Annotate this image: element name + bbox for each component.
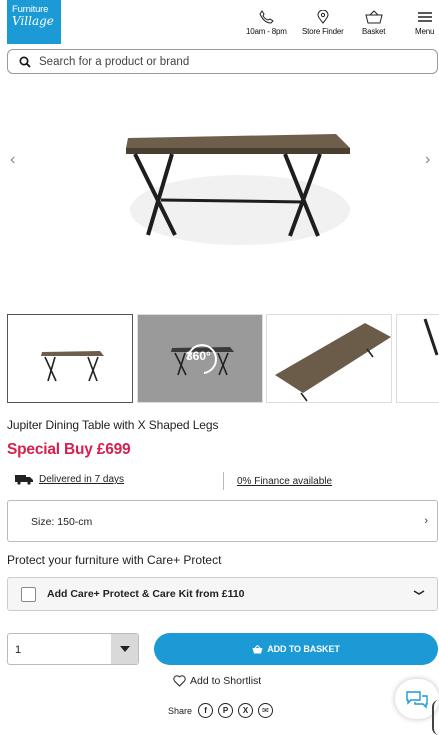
thumbnail-table-top-image [275, 323, 391, 402]
finance-link[interactable]: 0% Finance available [237, 476, 332, 487]
add-to-basket-label: ADD TO BASKET [267, 644, 340, 654]
thumbnail-leg-detail-image [423, 318, 439, 356]
search-bar[interactable] [7, 49, 438, 74]
shortlist-label: Add to Shortlist [190, 675, 262, 687]
basket-icon [252, 644, 263, 653]
scroll-edge-handle [432, 700, 439, 735]
size-selector[interactable]: Size: 150-cm › [7, 500, 438, 542]
thumbnail-3[interactable] [266, 314, 392, 403]
thumbnail-1[interactable] [7, 314, 133, 403]
chevron-down-icon[interactable] [413, 586, 425, 598]
rotate-360-icon: 360° [186, 349, 211, 363]
logo-line2: Village [12, 14, 54, 28]
facebook-icon[interactable]: f [198, 703, 214, 718]
delivery-link[interactable]: Delivered in 7 days [39, 474, 124, 485]
thumbnail-360-view[interactable]: 360° [137, 314, 263, 403]
finance-info: 0% Finance available [237, 476, 332, 487]
store-finder-label: Store Finder [302, 27, 344, 36]
site-header: Furniture Village 10am - 8pm Store Finde… [0, 0, 439, 46]
caret-down-icon [119, 646, 130, 652]
x-twitter-icon[interactable]: X [238, 703, 254, 718]
email-icon[interactable]: ✉ [258, 703, 274, 718]
product-title: Jupiter Dining Table with X Shaped Legs [7, 418, 219, 432]
furniture-village-logo[interactable]: Furniture Village [7, 0, 61, 44]
chevron-right-icon: › [424, 515, 428, 527]
heart-icon [173, 675, 186, 687]
next-image-arrow[interactable]: › [425, 151, 430, 169]
quantity-select[interactable]: 1 [7, 633, 139, 665]
basket-link[interactable]: Basket [362, 10, 385, 36]
opening-hours-link[interactable]: 10am - 8pm [246, 10, 287, 36]
store-finder-link[interactable]: Store Finder [302, 10, 344, 36]
delivery-info: Delivered in 7 days [14, 474, 124, 485]
search-input[interactable] [39, 55, 419, 68]
chat-bubbles-icon [406, 691, 428, 709]
product-main-image[interactable] [0, 90, 439, 300]
menu-label: Menu [415, 27, 435, 36]
quantity-value: 1 [15, 644, 22, 656]
pinterest-icon[interactable]: P [218, 703, 234, 718]
previous-image-arrow[interactable]: ‹ [10, 151, 15, 169]
hamburger-menu-icon [417, 12, 432, 22]
info-divider [223, 472, 224, 490]
basket-label: Basket [362, 27, 386, 36]
delivery-truck-icon [15, 475, 33, 485]
product-price: Special Buy £699 [7, 441, 131, 458]
care-protect-heading: Protect your furniture with Care+ Protec… [7, 553, 222, 567]
care-protect-label: Add Care+ Protect & Care Kit from £110 [47, 588, 245, 600]
thumbnail-strip: 360° [7, 314, 439, 404]
share-row: Share f P X ✉ [168, 703, 278, 718]
opening-hours-label: 10am - 8pm [246, 27, 287, 36]
care-protect-checkbox[interactable] [21, 587, 36, 602]
share-label: Share [168, 705, 193, 716]
basket-icon [364, 10, 383, 24]
add-to-basket-button[interactable]: ADD TO BASKET [154, 633, 438, 665]
thumbnail-4[interactable] [396, 314, 439, 403]
phone-icon [259, 10, 275, 24]
care-protect-option[interactable]: Add Care+ Protect & Care Kit from £110 [7, 577, 438, 611]
map-pin-icon [317, 10, 329, 24]
add-to-shortlist[interactable]: Add to Shortlist [173, 675, 261, 687]
search-icon [19, 55, 31, 68]
menu-button[interactable]: Menu [415, 10, 434, 36]
quantity-dropdown-arrow[interactable] [111, 634, 138, 664]
thumbnail-table-image [41, 351, 104, 382]
size-label: Size: 150-cm [31, 516, 93, 528]
